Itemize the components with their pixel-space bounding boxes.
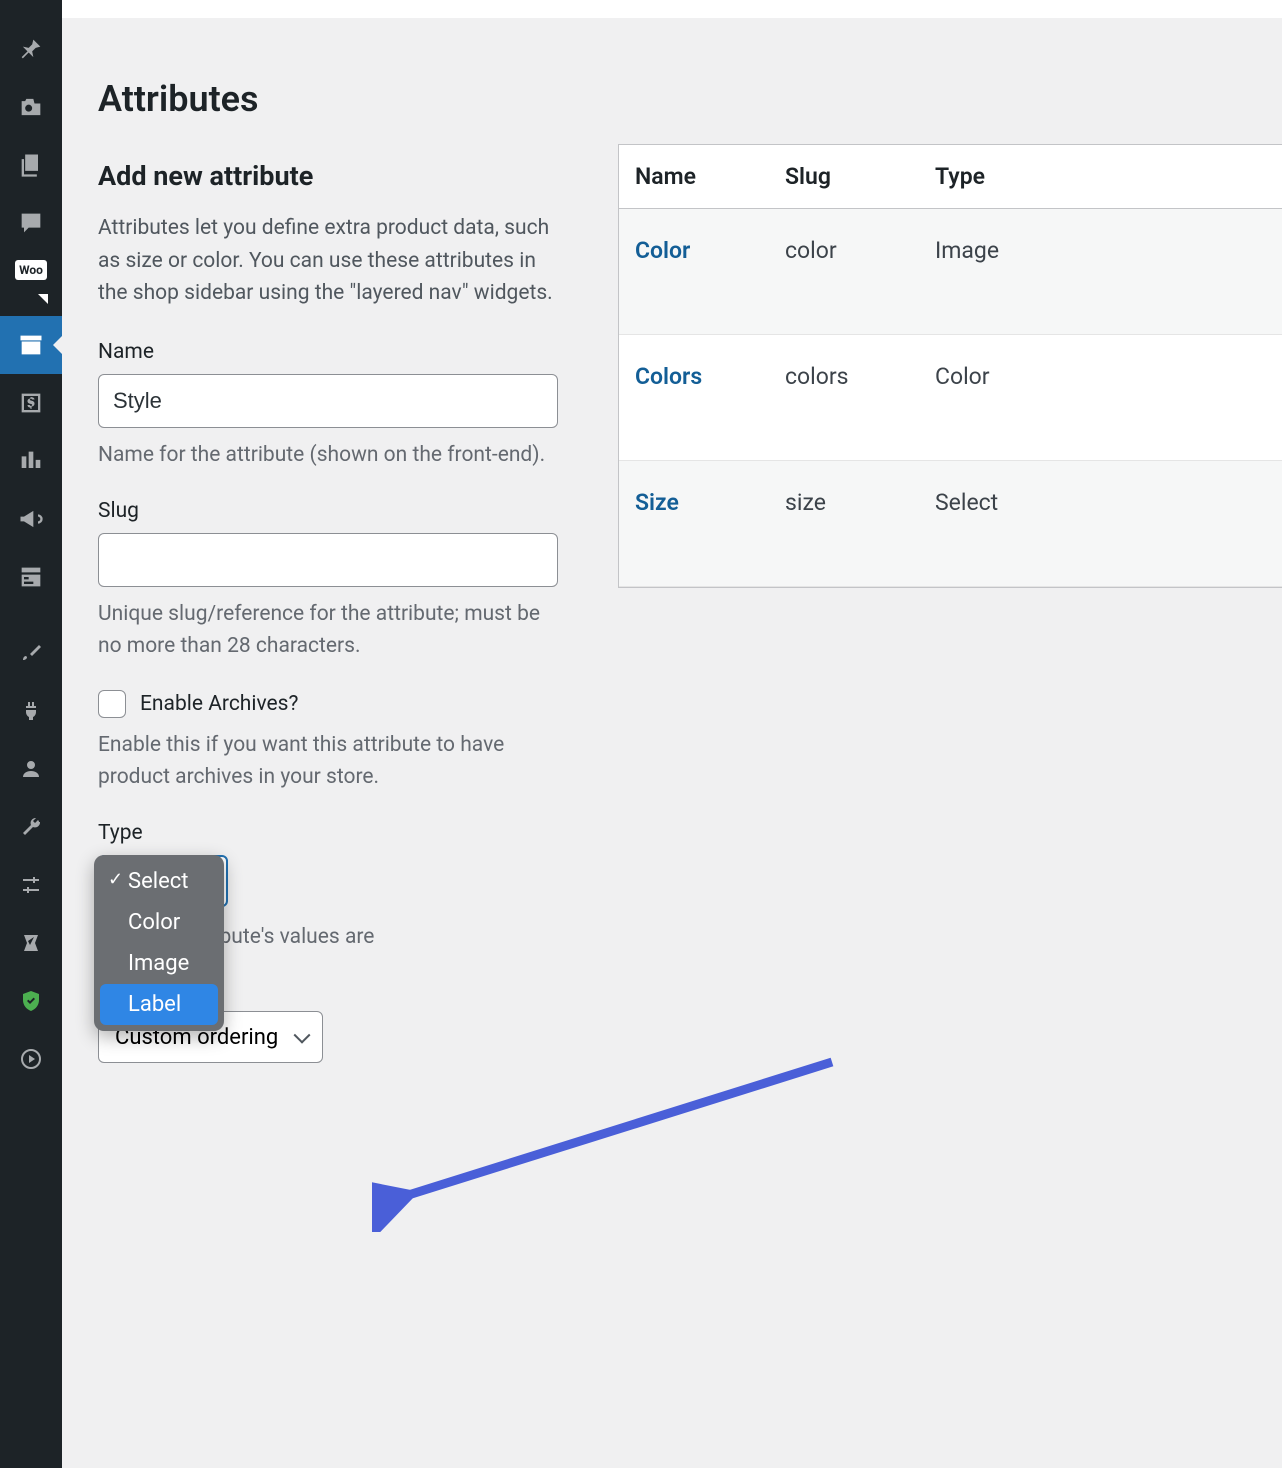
attr-slug: size [769,461,919,586]
sidebar-item-tools[interactable] [0,798,62,856]
attr-type: Select [919,461,1282,586]
slug-input[interactable] [98,533,558,587]
type-option-label[interactable]: Label [100,984,218,1025]
bar-chart-icon [17,447,45,475]
form-heading: Add new attribute [98,160,558,192]
table-row: Color color Image [619,209,1282,335]
sidebar-item-pages[interactable] [0,136,62,194]
sidebar-item-security[interactable] [0,972,62,1030]
form-description: Attributes let you define extra product … [98,212,558,310]
sidebar-item-pin[interactable] [0,20,62,78]
comment-icon [17,209,45,237]
sidebar-item-comments[interactable] [0,194,62,252]
admin-sidebar: Woo [0,0,62,1468]
form-icon [17,563,45,591]
type-option-image[interactable]: Image [100,943,218,984]
sidebar-item-analytics[interactable] [0,432,62,490]
camera-icon [17,93,45,121]
th-slug: Slug [769,145,919,208]
th-name: Name [619,145,769,208]
table-row: Size size Select [619,461,1282,587]
sidebar-item-users[interactable] [0,740,62,798]
name-help: Name for the attribute (shown on the fro… [98,440,558,472]
archives-label: Enable Archives? [140,692,298,716]
sidebar-item-marketing[interactable] [0,490,62,548]
sidebar-item-plugins[interactable] [0,682,62,740]
annotation-arrow [372,1052,852,1232]
archives-checkbox[interactable] [98,690,126,718]
slug-label: Slug [98,499,558,523]
sidebar-item-forms[interactable] [0,548,62,606]
attr-slug: color [769,209,919,334]
sidebar-item-payments[interactable] [0,374,62,432]
th-type: Type [919,145,1282,208]
brush-icon [19,641,43,665]
name-label: Name [98,340,558,364]
megaphone-icon [17,505,45,533]
attributes-table: Name Slug Type Color color Image Colors … [618,144,1282,588]
dollar-icon [17,389,45,417]
user-icon [19,757,43,781]
attr-slug: colors [769,335,919,460]
attr-name-link[interactable]: Size [619,461,769,586]
archives-help: Enable this if you want this attribute t… [98,730,558,793]
table-row: Colors colors Color [619,335,1282,461]
slug-help: Unique slug/reference for the attribute;… [98,599,558,662]
wrench-icon [19,815,43,839]
page-title: Attributes [98,78,558,120]
attr-type: Image [919,209,1282,334]
type-label: Type [98,821,558,845]
type-option-select[interactable]: Select [100,861,218,902]
sidebar-item-seo[interactable] [0,914,62,972]
name-input[interactable] [98,374,558,428]
attr-type: Color [919,335,1282,460]
attr-name-link[interactable]: Color [619,209,769,334]
sidebar-item-appearance[interactable] [0,624,62,682]
type-option-color[interactable]: Color [100,902,218,943]
archive-icon [17,331,45,359]
play-circle-icon [19,1047,43,1071]
shield-icon [19,989,43,1013]
sidebar-item-products[interactable] [0,316,62,374]
sidebar-item-woocommerce[interactable]: Woo [0,252,62,316]
seo-icon [19,931,43,955]
woo-icon: Woo [15,260,47,280]
sidebar-item-settings[interactable] [0,856,62,914]
pin-icon [17,35,45,63]
sliders-icon [19,873,43,897]
sidebar-item-collapse[interactable] [0,1030,62,1088]
pages-icon [17,151,45,179]
type-dropdown: Select Color Image Label [94,855,224,1031]
main-content: Attributes Add new attribute Attributes … [62,0,1282,1468]
plug-icon [19,699,43,723]
attr-name-link[interactable]: Colors [619,335,769,460]
sidebar-item-media[interactable] [0,78,62,136]
